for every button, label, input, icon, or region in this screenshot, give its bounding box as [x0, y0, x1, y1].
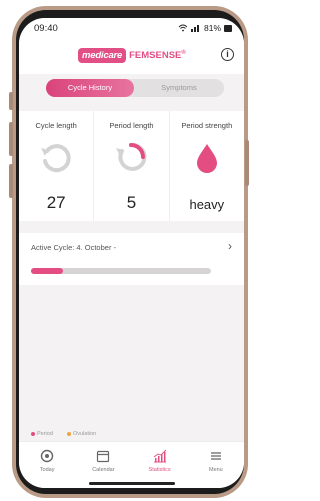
stat-value: heavy [189, 197, 225, 212]
legend-period: Period [31, 431, 53, 437]
period-dot-icon [31, 432, 35, 436]
legend-ovulation-label: Ovulation [73, 431, 97, 437]
stat-value: 5 [126, 193, 137, 212]
stat-period-length: Period length 5 [94, 111, 170, 221]
status-indicators: 81% [178, 23, 232, 33]
cycle-refresh-icon [41, 144, 71, 173]
legend-ovulation: Ovulation [67, 431, 96, 437]
tab-label: Calendar [92, 467, 115, 473]
status-time: 09:40 [34, 23, 58, 34]
segmented-control: Cycle History Symptoms [46, 79, 224, 97]
home-indicator[interactable] [89, 482, 175, 485]
app-header: medicare FEMSENSE® i [19, 40, 244, 74]
tab-label: Statistics [148, 467, 171, 473]
active-cycle-row[interactable]: Active Cycle: 4. October - › [19, 233, 244, 285]
app-screen: 09:40 81% medicare FEMSENSE® i Cycle His… [19, 18, 244, 488]
stat-label: Period length [109, 121, 154, 130]
battery-icon [224, 24, 232, 32]
stat-label: Cycle length [35, 121, 77, 130]
statistics-icon [153, 449, 166, 463]
side-button [9, 92, 13, 110]
brand-name: FEMSENSE® [129, 50, 186, 61]
stat-cycle-length: Cycle length 27 [19, 111, 95, 221]
volume-up-button [9, 122, 13, 156]
ovulation-dot-icon [67, 432, 71, 436]
today-icon [40, 449, 54, 463]
power-button [245, 140, 249, 186]
legend: Period Ovulation [19, 428, 244, 440]
menu-icon [210, 452, 221, 460]
signal-icon [190, 25, 199, 32]
wifi-icon [178, 24, 188, 32]
cycle-progress-bar [31, 268, 211, 274]
period-progress-icon [116, 142, 147, 171]
volume-down-button [9, 164, 13, 198]
info-icon[interactable]: i [221, 48, 234, 61]
drop-icon [196, 144, 217, 173]
legend-period-label: Period [37, 431, 53, 437]
stat-period-strength: Period strength heavy [170, 111, 244, 221]
battery-percentage: 81% [203, 23, 221, 33]
tab-menu[interactable]: Menu [188, 442, 244, 488]
brand-badge: medicare [78, 48, 127, 63]
bottom-tab-bar: Today Calendar Statistics Menu [19, 441, 244, 488]
tab-today[interactable]: Today [19, 442, 75, 488]
active-cycle-label: Active Cycle: 4. October - [31, 243, 117, 252]
tab-label: Today [39, 467, 55, 473]
status-bar: 09:40 81% [19, 18, 244, 40]
tab-label: Menu [208, 467, 223, 473]
cycle-progress-fill [31, 268, 64, 274]
tab-symptoms[interactable]: Symptoms [134, 79, 224, 97]
stats-panel: Cycle length 27 Period length 5 Period s… [19, 111, 244, 221]
stat-value: 27 [46, 193, 66, 212]
chevron-right-icon[interactable]: › [228, 239, 232, 253]
brand-logo: medicare FEMSENSE® [78, 47, 186, 64]
stat-label: Period strength [181, 121, 233, 130]
tab-cycle-history[interactable]: Cycle History [46, 79, 134, 97]
calendar-icon [97, 450, 110, 463]
